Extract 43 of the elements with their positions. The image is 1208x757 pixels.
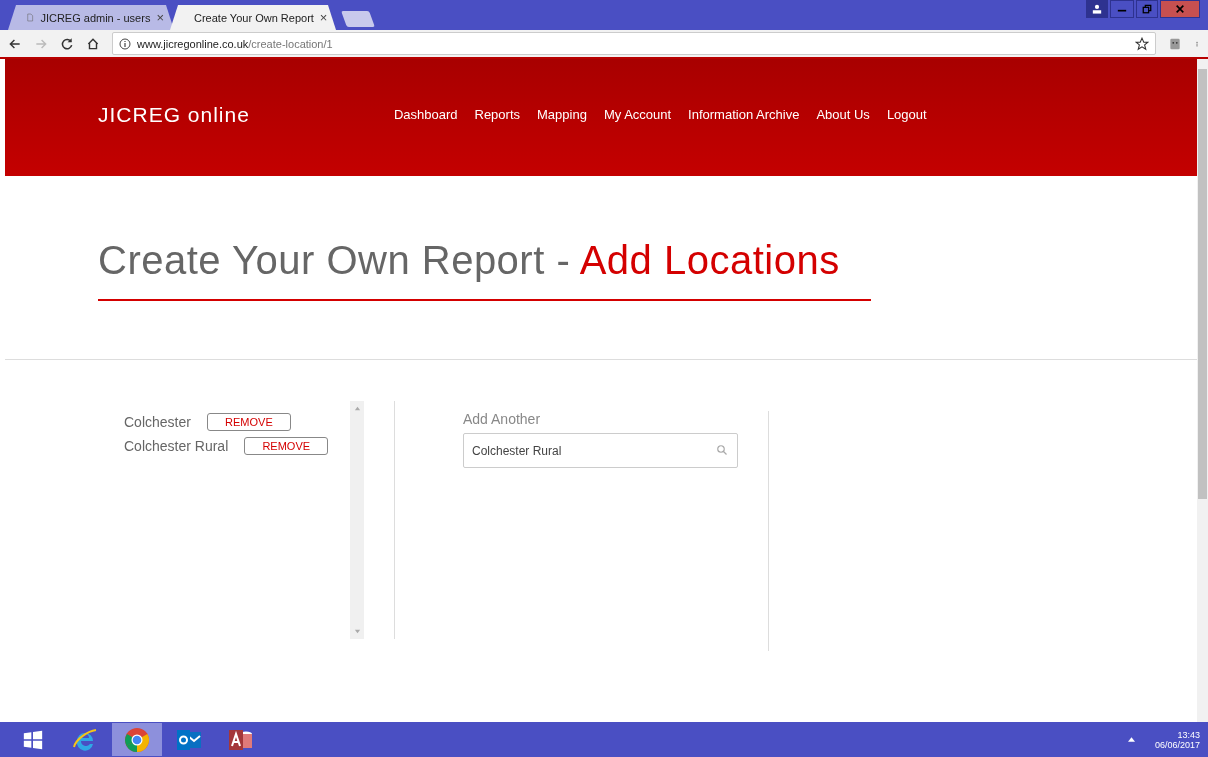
nav-link[interactable]: Reports <box>474 107 521 122</box>
browser-tab[interactable]: Create Your Own Report × <box>170 5 336 30</box>
close-icon[interactable]: × <box>319 10 328 25</box>
star-icon[interactable] <box>1135 36 1149 51</box>
close-icon[interactable]: × <box>156 10 164 25</box>
nav-link[interactable]: Mapping <box>537 107 587 122</box>
clock-time: 13:43 <box>1177 729 1200 740</box>
location-name: Colchester Rural <box>124 438 229 454</box>
nav-link[interactable]: Information Archive <box>688 107 800 122</box>
site-logo[interactable]: JICREG online <box>98 102 250 127</box>
nav-link[interactable]: Logout <box>886 107 927 122</box>
page-title: Create Your Own Report - Add Locations <box>98 238 841 283</box>
nav-link[interactable]: Dashboard <box>393 107 458 122</box>
new-tab-button[interactable] <box>341 11 375 27</box>
search-icon[interactable] <box>716 444 728 456</box>
database-app-icon[interactable] <box>228 727 254 752</box>
browser-tab[interactable]: JICREG admin - users × <box>8 5 174 30</box>
nav-link[interactable]: About Us <box>816 107 870 122</box>
location-search-field[interactable]: Colchester Rural <box>463 433 738 468</box>
tray-arrow-icon[interactable] <box>1127 737 1135 742</box>
close-button[interactable] <box>1160 0 1200 18</box>
home-icon[interactable] <box>86 36 100 51</box>
page-scrollbar[interactable] <box>1197 59 1208 722</box>
add-another-label: Add Another <box>463 411 542 427</box>
user-icon[interactable] <box>1092 4 1102 14</box>
remove-button[interactable]: REMOVE <box>244 437 329 455</box>
address-bar[interactable]: www.jicregonline.co.uk/create-location/1 <box>112 32 1156 55</box>
extension-icon[interactable] <box>1168 36 1182 51</box>
nav-link[interactable]: My Account <box>603 107 672 122</box>
clock-date: 06/06/2017 <box>1154 739 1200 750</box>
url-text: www.jicregonline.co.uk/create-location/1 <box>137 37 333 50</box>
reload-icon[interactable] <box>60 36 74 51</box>
mail-app-icon[interactable] <box>176 727 202 752</box>
user-button[interactable] <box>1086 0 1108 18</box>
browser-logo-icon[interactable] <box>124 726 150 753</box>
e-logo-icon[interactable] <box>72 726 98 753</box>
close-icon[interactable] <box>1175 4 1185 14</box>
remove-button[interactable]: REMOVE <box>206 413 291 431</box>
restore-button[interactable] <box>1136 0 1158 18</box>
location-name: Colchester <box>124 414 191 430</box>
info-icon[interactable] <box>119 37 131 50</box>
windows-icon[interactable] <box>23 729 43 750</box>
restore-icon[interactable] <box>1142 4 1152 14</box>
